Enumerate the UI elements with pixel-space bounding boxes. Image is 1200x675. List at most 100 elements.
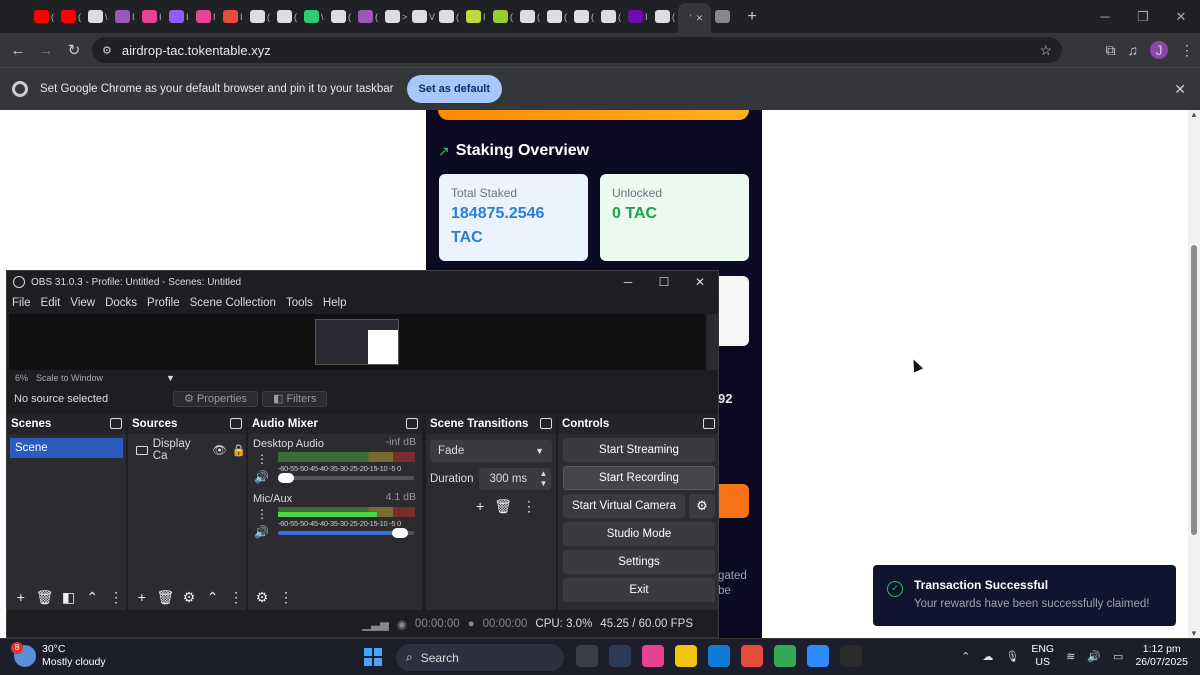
browser-tab[interactable]: I	[624, 4, 651, 30]
start-streaming-button[interactable]: Start Streaming	[563, 438, 715, 462]
start-recording-button[interactable]: Start Recording	[563, 466, 715, 490]
move-up-icon[interactable]: ⌃	[82, 589, 102, 606]
site-info-icon[interactable]: ⚙	[102, 44, 112, 57]
close-infobar-icon[interactable]: ✕	[1174, 81, 1186, 98]
volume-slider[interactable]	[278, 528, 414, 538]
scale-mode[interactable]: Scale to Window	[36, 373, 103, 383]
volume-icon[interactable]: 🔊	[1087, 650, 1101, 663]
browser-tab[interactable]: (	[273, 4, 300, 30]
mic-icon[interactable]: 🎙	[1005, 650, 1019, 663]
browser-tab[interactable]: I	[462, 4, 489, 30]
active-tab[interactable]: ' ✕	[678, 3, 711, 33]
move-up-icon[interactable]: ⌃	[203, 589, 223, 606]
browser-tab[interactable]: (	[516, 4, 543, 30]
volume-slider[interactable]	[278, 473, 414, 483]
scene-list-item[interactable]: Scene	[10, 438, 123, 458]
pinned-app-icon[interactable]	[840, 645, 862, 667]
browser-tab[interactable]: (	[543, 4, 570, 30]
new-tab-button[interactable]: +	[738, 8, 766, 26]
taskbar-search[interactable]: ⌕ Search	[396, 644, 564, 671]
lock-icon[interactable]: 🔒	[232, 443, 246, 457]
obs-minimize-icon[interactable]: ─	[610, 271, 646, 293]
transition-select[interactable]: Fade ▼	[430, 440, 552, 462]
address-bar[interactable]: ⚙ airdrop-tac.tokentable.xyz ☆	[92, 37, 1062, 63]
add-scene-icon[interactable]: +	[11, 589, 31, 605]
remove-source-icon[interactable]: 🗑	[156, 589, 176, 606]
browser-tab[interactable]: (	[246, 4, 273, 30]
bookmark-star-icon[interactable]: ☆	[1039, 42, 1052, 59]
media-icon[interactable]: ♫	[1128, 42, 1139, 58]
browser-tab[interactable]: I	[165, 4, 192, 30]
pinned-app-icon[interactable]	[774, 645, 796, 667]
pinned-app-icon[interactable]	[741, 645, 763, 667]
browser-tab[interactable]: (	[354, 4, 381, 30]
studio-mode-button[interactable]: Studio Mode	[563, 522, 715, 546]
scroll-down-icon[interactable]: ▼	[1190, 629, 1198, 638]
preview-scrollbar[interactable]	[707, 314, 718, 370]
undock-icon[interactable]	[703, 418, 715, 429]
source-list-item[interactable]: Display Ca 👁 🔒	[136, 438, 246, 462]
back-icon[interactable]: ←	[4, 42, 32, 59]
obs-preview[interactable]	[9, 314, 718, 370]
clock[interactable]: 1:12 pm 26/07/2025	[1135, 643, 1188, 669]
menu-icon[interactable]: ⋮	[1180, 42, 1194, 59]
browser-tab[interactable]: (	[30, 4, 57, 30]
language-indicator[interactable]: ENG US	[1031, 643, 1054, 669]
menu-item[interactable]: File	[12, 297, 31, 309]
pinned-app-icon[interactable]	[609, 645, 631, 667]
source-settings-icon[interactable]: ⚙	[179, 589, 199, 606]
more-icon[interactable]: ⋮	[106, 589, 126, 606]
browser-tab[interactable]: (	[597, 4, 624, 30]
eye-icon[interactable]: 👁	[212, 443, 227, 457]
reload-icon[interactable]: ↻	[60, 41, 88, 59]
advanced-audio-icon[interactable]: ⚙	[252, 589, 272, 606]
minimize-icon[interactable]: ─	[1086, 0, 1124, 33]
add-source-icon[interactable]: +	[132, 589, 152, 605]
menu-item[interactable]: Docks	[105, 297, 137, 309]
undock-icon[interactable]	[406, 418, 418, 429]
wifi-icon[interactable]: ≋	[1066, 650, 1075, 663]
more-icon[interactable]: ⋮	[256, 452, 268, 466]
pinned-app-icon[interactable]	[576, 645, 598, 667]
browser-tab[interactable]: I	[138, 4, 165, 30]
more-icon[interactable]: ⋮	[226, 589, 246, 606]
browser-tab[interactable]: (	[435, 4, 462, 30]
scene-filter-icon[interactable]: ◧	[59, 589, 79, 606]
chevron-down-icon[interactable]: ▼	[166, 373, 175, 383]
more-icon[interactable]: ⋮	[276, 589, 296, 606]
pinned-app-icon[interactable]	[708, 645, 730, 667]
more-icon[interactable]: ⋮	[256, 507, 268, 521]
browser-tab[interactable]: (	[489, 4, 516, 30]
obs-maximize-icon[interactable]: ☐	[646, 271, 682, 293]
browser-tab[interactable]: \	[300, 4, 327, 30]
start-virtual-camera-button[interactable]: Start Virtual Camera	[563, 494, 685, 518]
browser-tab[interactable]: (	[57, 4, 84, 30]
onedrive-icon[interactable]: ☁	[982, 650, 993, 663]
browser-tab[interactable]: (	[570, 4, 597, 30]
remove-scene-icon[interactable]: 🗑	[35, 589, 55, 606]
windows-start-icon[interactable]	[364, 648, 382, 666]
speaker-icon[interactable]: 🔊	[254, 470, 269, 484]
volume-knob[interactable]	[278, 473, 294, 483]
chevron-up-icon[interactable]: ⌃	[961, 650, 970, 663]
close-window-icon[interactable]: ✕	[1162, 0, 1200, 33]
pinned-app-icon[interactable]	[642, 645, 664, 667]
stepper-icon[interactable]: ▲ ▼	[540, 469, 548, 489]
browser-tab[interactable]: (	[651, 4, 678, 30]
forward-icon[interactable]: →	[32, 42, 60, 59]
menu-item[interactable]: Edit	[41, 297, 61, 309]
browser-tab[interactable]: I	[219, 4, 246, 30]
page-scrollbar[interactable]: ▲ ▼	[1188, 110, 1200, 638]
pinned-app-icon[interactable]	[675, 645, 697, 667]
pinned-app-icon[interactable]	[807, 645, 829, 667]
speaker-icon[interactable]: 🔊	[254, 525, 269, 539]
claim-button[interactable]	[718, 484, 749, 518]
weather-widget[interactable]: 8 30°C Mostly cloudy	[11, 642, 106, 669]
set-as-default-button[interactable]: Set as default	[406, 75, 503, 103]
menu-item[interactable]: View	[70, 297, 95, 309]
undock-icon[interactable]	[540, 418, 552, 429]
obs-close-icon[interactable]: ✕	[682, 271, 718, 293]
undock-icon[interactable]	[110, 418, 122, 429]
extensions-icon[interactable]: ⧉	[1106, 42, 1116, 59]
duration-input[interactable]: 300 ms ▲ ▼	[479, 468, 552, 490]
